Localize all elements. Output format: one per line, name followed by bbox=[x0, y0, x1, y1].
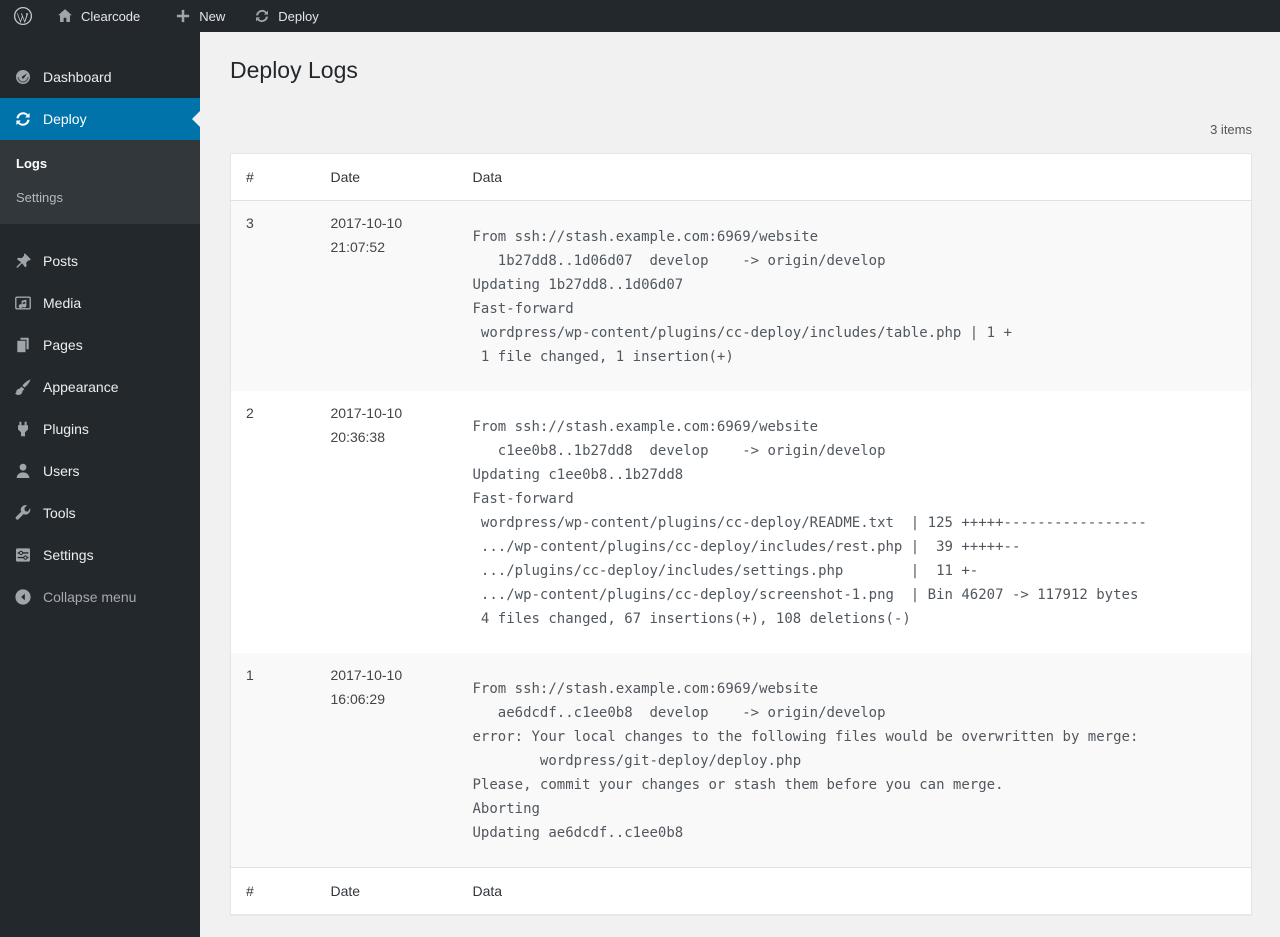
settings-sliders-icon bbox=[13, 545, 33, 565]
log-date-cell: 2017-10-10 16:06:29 bbox=[316, 653, 458, 868]
wrench-icon bbox=[13, 503, 33, 523]
sidebar-item-posts[interactable]: Posts bbox=[0, 240, 200, 282]
log-date-cell: 2017-10-10 21:07:52 bbox=[316, 201, 458, 392]
deploy-submenu: Logs Settings bbox=[0, 140, 200, 224]
log-number: 1 bbox=[246, 667, 254, 683]
sidebar-item-plugins[interactable]: Plugins bbox=[0, 408, 200, 450]
sidebar-item-label: Dashboard bbox=[43, 69, 112, 85]
main-content: Deploy Logs 3 items # Date Data 3 2017-1… bbox=[200, 32, 1280, 937]
dashboard-gauge-icon bbox=[13, 67, 33, 87]
log-date: 2017-10-10 bbox=[330, 405, 403, 421]
collapse-menu-button[interactable]: Collapse menu bbox=[0, 576, 200, 618]
paintbrush-icon bbox=[13, 377, 33, 397]
admin-bar-deploy-label: Deploy bbox=[278, 8, 319, 24]
wordpress-menu-button[interactable] bbox=[0, 0, 45, 32]
menu-separator bbox=[0, 224, 200, 240]
sidebar-item-label: Plugins bbox=[43, 421, 89, 437]
deploy-sync-icon bbox=[253, 7, 271, 25]
log-time: 21:07:52 bbox=[330, 239, 386, 255]
column-header-number: # bbox=[230, 153, 316, 201]
collapse-menu-label: Collapse menu bbox=[43, 589, 137, 605]
plug-icon bbox=[13, 419, 33, 439]
sidebar-item-label: Deploy bbox=[43, 111, 87, 127]
table-row: 1 2017-10-10 16:06:29 From ssh://stash.e… bbox=[230, 653, 1252, 868]
log-number: 2 bbox=[246, 405, 254, 421]
table-row: 3 2017-10-10 21:07:52 From ssh://stash.e… bbox=[230, 200, 1252, 392]
table-nav: 3 items bbox=[230, 120, 1252, 140]
log-data-cell: From ssh://stash.example.com:6969/websit… bbox=[458, 391, 1252, 653]
admin-sidebar: Dashboard Deploy Logs Settings Posts Med… bbox=[0, 32, 200, 937]
admin-bar-site-link[interactable]: Clearcode bbox=[45, 0, 151, 32]
column-footer-date: Date bbox=[315, 867, 458, 915]
log-date-cell: 2017-10-10 20:36:38 bbox=[316, 391, 458, 653]
sidebar-item-label: Users bbox=[43, 463, 80, 479]
log-data-cell: From ssh://stash.example.com:6969/websit… bbox=[458, 201, 1252, 392]
sidebar-item-users[interactable]: Users bbox=[0, 450, 200, 492]
sidebar-item-label: Tools bbox=[43, 505, 76, 521]
log-time: 16:06:29 bbox=[330, 691, 386, 707]
table-footer: # Date Data bbox=[230, 867, 1252, 915]
table-row: 2 2017-10-10 20:36:38 From ssh://stash.e… bbox=[231, 391, 1252, 653]
user-icon bbox=[13, 461, 33, 481]
sidebar-item-appearance[interactable]: Appearance bbox=[0, 366, 200, 408]
sidebar-item-label: Posts bbox=[43, 253, 79, 269]
sidebar-item-pages[interactable]: Pages bbox=[0, 324, 200, 366]
sidebar-item-dashboard[interactable]: Dashboard bbox=[0, 56, 200, 98]
log-output: From ssh://stash.example.com:6969/websit… bbox=[472, 419, 1147, 627]
log-date: 2017-10-10 bbox=[330, 667, 403, 683]
sidebar-item-tools[interactable]: Tools bbox=[0, 492, 200, 534]
log-date: 2017-10-10 bbox=[330, 215, 403, 231]
submenu-item-settings[interactable]: Settings bbox=[0, 181, 200, 215]
home-icon bbox=[56, 7, 74, 25]
collapse-arrow-icon bbox=[13, 587, 33, 607]
sidebar-item-deploy[interactable]: Deploy bbox=[0, 98, 200, 140]
sidebar-item-label: Pages bbox=[43, 337, 83, 353]
column-header-date: Date bbox=[315, 153, 458, 201]
pushpin-icon bbox=[13, 251, 33, 271]
page-title: Deploy Logs bbox=[230, 57, 358, 83]
wordpress-logo-icon bbox=[13, 6, 33, 26]
admin-bar: Clearcode New Deploy bbox=[0, 0, 1280, 32]
submenu-item-logs[interactable]: Logs bbox=[0, 147, 200, 181]
admin-bar-new-button[interactable]: New bbox=[163, 0, 236, 32]
sidebar-item-label: Media bbox=[43, 295, 82, 311]
sidebar-item-media[interactable]: Media bbox=[0, 282, 200, 324]
admin-bar-deploy-button[interactable]: Deploy bbox=[242, 0, 329, 32]
admin-bar-site-label: Clearcode bbox=[81, 8, 141, 24]
pages-icon bbox=[13, 335, 33, 355]
deploy-logs-table: # Date Data 3 2017-10-10 21:07:52 From s… bbox=[230, 153, 1252, 915]
deploy-sync-icon bbox=[13, 109, 33, 129]
admin-bar-new-label: New bbox=[199, 8, 226, 24]
column-header-data: Data bbox=[457, 153, 1252, 201]
log-time: 20:36:38 bbox=[330, 429, 386, 445]
sidebar-item-settings[interactable]: Settings bbox=[0, 534, 200, 576]
column-footer-data: Data bbox=[457, 867, 1252, 915]
log-data-cell: From ssh://stash.example.com:6969/websit… bbox=[458, 653, 1252, 868]
log-number: 3 bbox=[246, 215, 254, 231]
sidebar-item-label: Appearance bbox=[43, 379, 119, 395]
plus-icon bbox=[174, 7, 192, 25]
media-icon bbox=[13, 293, 33, 313]
log-output: From ssh://stash.example.com:6969/websit… bbox=[472, 229, 1012, 365]
column-footer-number: # bbox=[230, 867, 316, 915]
items-count: 3 items bbox=[1210, 122, 1252, 137]
sidebar-item-label: Settings bbox=[43, 547, 94, 563]
log-output: From ssh://stash.example.com:6969/websit… bbox=[472, 681, 1139, 841]
table-header: # Date Data bbox=[230, 153, 1252, 201]
